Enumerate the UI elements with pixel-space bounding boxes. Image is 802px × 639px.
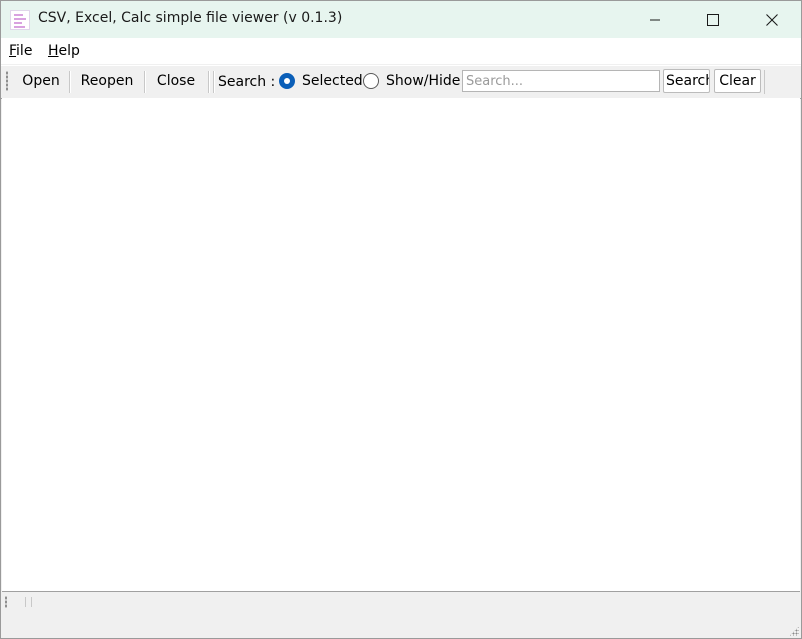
status-grip — [5, 596, 7, 608]
close-icon — [766, 13, 778, 26]
minimize-button[interactable] — [626, 1, 684, 38]
status-bar — [1, 592, 801, 638]
status-field-divider — [31, 597, 32, 607]
maximize-icon — [707, 13, 719, 26]
search-input[interactable] — [462, 70, 660, 92]
toolbar-grip[interactable] — [6, 71, 8, 91]
menu-file[interactable]: File — [9, 43, 32, 59]
spreadsheet-file-icon — [10, 10, 30, 30]
menu-file-label: ile — [16, 43, 33, 59]
toolbar: Open Reopen Close Search : Selected Show… — [1, 65, 801, 99]
toolbar-separator — [213, 71, 215, 93]
reopen-button[interactable]: Reopen — [74, 70, 140, 92]
resize-grip-icon[interactable] — [789, 626, 799, 636]
menu-help-mnemonic: H — [48, 43, 59, 59]
close-window-button[interactable] — [743, 1, 801, 38]
menu-help-label: elp — [58, 43, 80, 59]
title-bar[interactable]: CSV, Excel, Calc simple file viewer (v 0… — [1, 1, 801, 38]
toolbar-end-separator — [764, 70, 765, 94]
toolbar-separator — [208, 71, 210, 93]
open-button[interactable]: Open — [14, 70, 68, 92]
file-view-area[interactable] — [2, 98, 800, 592]
minimize-icon — [650, 19, 660, 20]
menu-file-mnemonic: F — [9, 43, 17, 59]
menu-bar: File Help — [1, 38, 801, 64]
search-mode-label: Search : — [218, 74, 276, 90]
showhide-radio[interactable] — [363, 73, 379, 89]
maximize-button[interactable] — [684, 1, 742, 38]
showhide-radio-label[interactable]: Show/Hide — [386, 70, 460, 92]
clear-button[interactable]: Clear — [714, 69, 761, 93]
selected-radio[interactable] — [279, 73, 295, 89]
window-title: CSV, Excel, Calc simple file viewer (v 0… — [38, 10, 343, 26]
search-button[interactable]: Search — [663, 69, 710, 93]
close-file-button[interactable]: Close — [149, 70, 203, 92]
menu-help[interactable]: Help — [48, 43, 80, 59]
status-field-divider — [25, 597, 26, 607]
toolbar-separator — [144, 71, 146, 93]
selected-radio-label[interactable]: Selected — [302, 70, 363, 92]
app-window: CSV, Excel, Calc simple file viewer (v 0… — [0, 0, 802, 639]
toolbar-separator — [69, 71, 71, 93]
